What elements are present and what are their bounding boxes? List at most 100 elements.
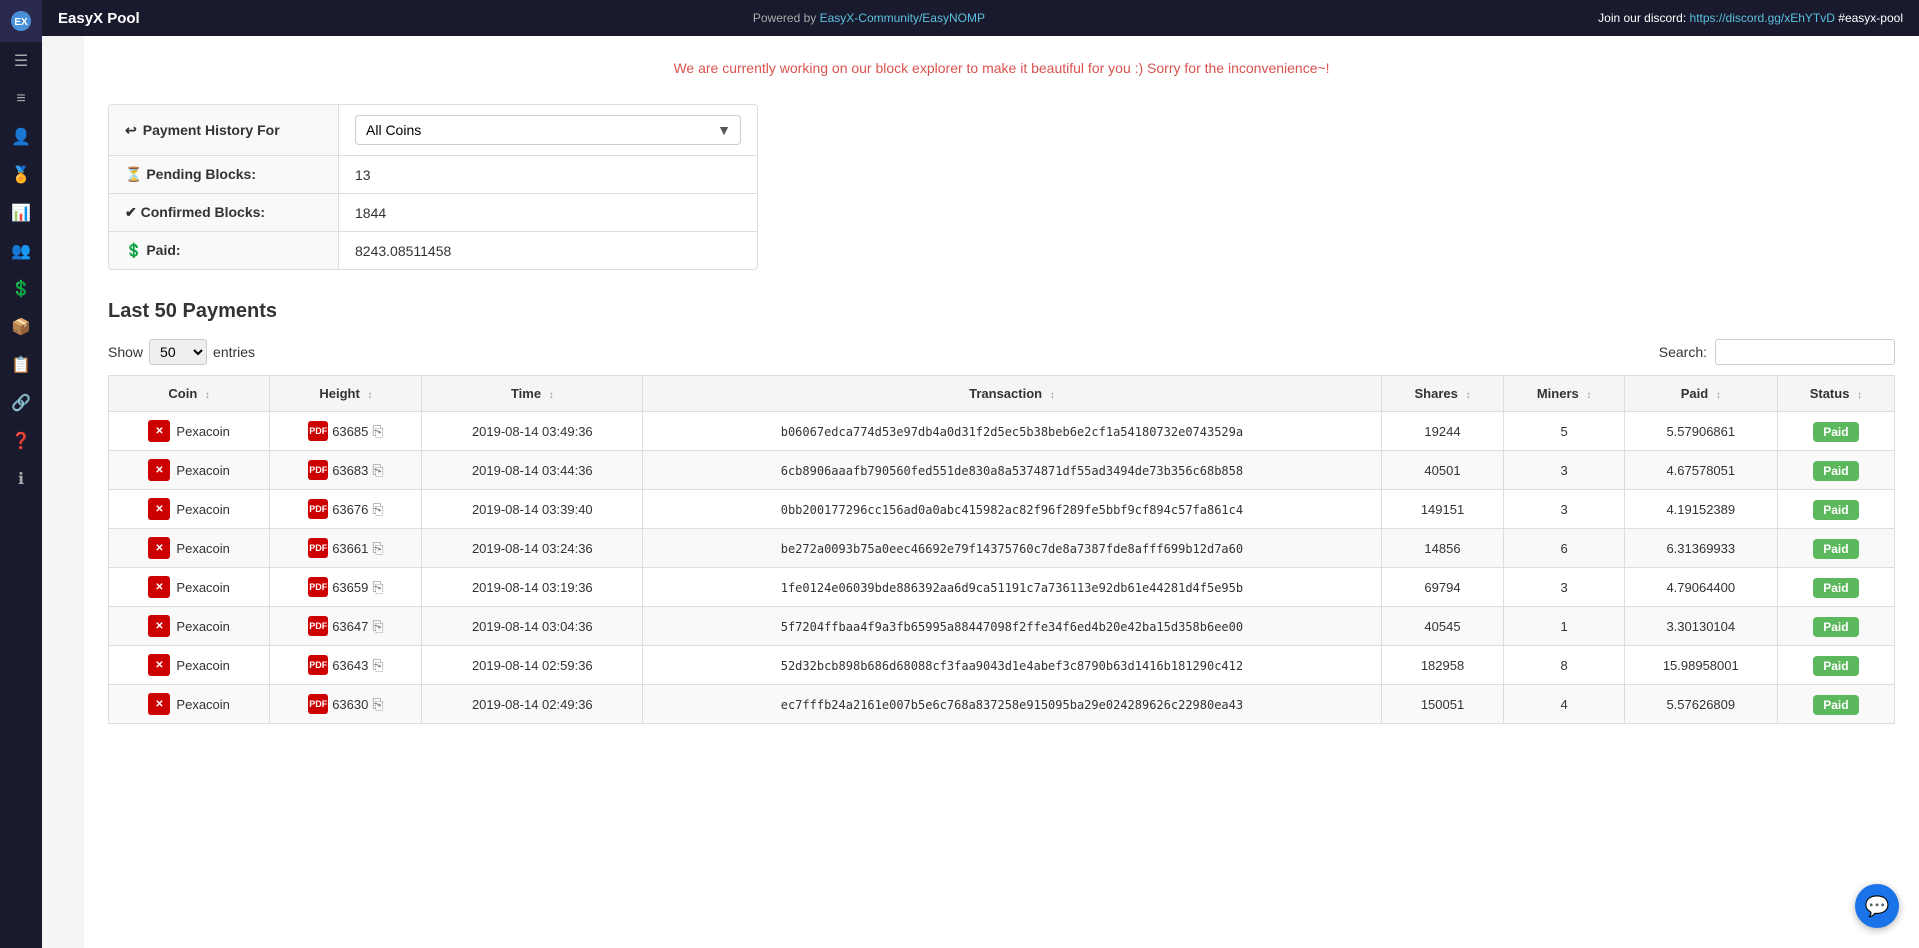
tx-hash[interactable]: 6cb8906aaafb790560fed551de830a8a5374871d…: [781, 464, 1243, 478]
cell-status: Paid: [1777, 451, 1894, 490]
tx-hash[interactable]: 5f7204ffbaa4f9a3fb65995a88447098f2ffe34f…: [781, 620, 1243, 634]
sidebar-item-badge[interactable]: 🏅: [0, 156, 42, 194]
cell-time: 2019-08-14 03:39:40: [422, 490, 643, 529]
table-row: ✕PexacoinPDF63659⎘2019-08-14 03:19:361fe…: [109, 568, 1895, 607]
cell-time: 2019-08-14 03:49:36: [422, 412, 643, 451]
sidebar-item-users[interactable]: 👤: [0, 118, 42, 156]
confirmed-blocks-row: ✔ Confirmed Blocks: 1844: [109, 194, 757, 232]
coin-icon: ✕: [148, 498, 170, 520]
cell-time: 2019-08-14 02:49:36: [422, 685, 643, 724]
sidebar-item-list[interactable]: ≡: [0, 80, 42, 118]
height-icon: PDF: [308, 538, 328, 558]
cell-paid: 4.79064400: [1624, 568, 1777, 607]
sort-icon-tx[interactable]: ↕: [1050, 390, 1055, 401]
sidebar-item-team[interactable]: 👥: [0, 232, 42, 270]
sort-icon-status[interactable]: ↕: [1857, 390, 1862, 401]
sort-icon-shares[interactable]: ↕: [1466, 390, 1471, 401]
sidebar-item-help[interactable]: ❓: [0, 422, 42, 460]
coin-name: Pexacoin: [176, 619, 229, 634]
tx-hash[interactable]: 0bb200177296cc156ad0a0abc415982ac82f96f2…: [781, 503, 1243, 517]
cell-time: 2019-08-14 03:24:36: [422, 529, 643, 568]
cell-height: PDF 63630 ⎘: [270, 685, 422, 724]
cell-coin: ✕Pexacoin: [109, 568, 270, 607]
height-value: 63643: [332, 658, 368, 673]
status-badge: Paid: [1813, 578, 1858, 598]
payment-history-value: All Coins Pexacoin ▼: [339, 105, 757, 155]
status-badge: Paid: [1813, 695, 1858, 715]
col-transaction: Transaction ↕: [643, 376, 1381, 412]
coin-name: Pexacoin: [176, 502, 229, 517]
cell-transaction: 52d32bcb898b686d68088cf3faa9043d1e4abef3…: [643, 646, 1381, 685]
sidebar: EX ☰ ≡ 👤 🏅 📊 👥 💲 📦 📋 🔗 ❓ ℹ: [0, 0, 42, 948]
cell-shares: 149151: [1381, 490, 1504, 529]
sort-icon-time[interactable]: ↕: [549, 390, 554, 401]
payment-history-label: ↩ Payment History For: [109, 105, 339, 155]
height-value: 63683: [332, 463, 368, 478]
cell-status: Paid: [1777, 646, 1894, 685]
table-controls: Show 10 25 50 100 entries Search:: [108, 339, 1895, 365]
paid-value: 8243.08511458: [339, 232, 757, 269]
coin-dropdown[interactable]: All Coins Pexacoin: [355, 115, 741, 145]
status-badge: Paid: [1813, 617, 1858, 637]
sort-icon-height[interactable]: ↕: [367, 390, 372, 401]
cell-height: PDF63647⎘: [270, 607, 422, 646]
cell-height: PDF63676⎘: [270, 490, 422, 529]
app-title: EasyX Pool: [58, 10, 140, 27]
search-input[interactable]: [1715, 339, 1895, 365]
cell-coin: ✕Pexacoin: [109, 529, 270, 568]
col-coin: Coin ↕: [109, 376, 270, 412]
cell-status: Paid: [1777, 568, 1894, 607]
tx-hash[interactable]: 1fe0124e06039bde886392aa6d9ca51191c7a736…: [781, 581, 1243, 595]
cell-shares: 182958: [1381, 646, 1504, 685]
height-icon: PDF: [308, 577, 328, 597]
cell-paid: 4.19152389: [1624, 490, 1777, 529]
cell-coin: ✕Pexacoin: [109, 451, 270, 490]
sort-icon-miners[interactable]: ↕: [1586, 390, 1591, 401]
sidebar-item-menu[interactable]: ☰: [0, 42, 42, 80]
topbar-left: EasyX Pool: [58, 10, 140, 27]
copy-icon[interactable]: ⎘: [372, 618, 383, 635]
search-area: Search:: [1659, 339, 1895, 365]
sidebar-item-leaderboard[interactable]: 📊: [0, 194, 42, 232]
height-value: 63630: [332, 697, 368, 712]
col-paid: Paid ↕: [1624, 376, 1777, 412]
copy-icon[interactable]: ⎘: [372, 696, 383, 713]
copy-icon[interactable]: ⎘: [372, 462, 383, 479]
entries-select[interactable]: 10 25 50 100: [149, 339, 207, 365]
sidebar-item-info[interactable]: ℹ: [0, 460, 42, 498]
cell-shares: 69794: [1381, 568, 1504, 607]
copy-icon[interactable]: ⎘: [372, 423, 383, 440]
powered-by-link[interactable]: EasyX-Community/EasyNOMP: [820, 11, 985, 25]
cell-status: Paid: [1777, 607, 1894, 646]
sidebar-item-dollar[interactable]: 💲: [0, 270, 42, 308]
copy-icon[interactable]: ⎘: [372, 657, 383, 674]
sort-icon-paid[interactable]: ↕: [1716, 390, 1721, 401]
cell-status: Paid: [1777, 412, 1894, 451]
col-status: Status ↕: [1777, 376, 1894, 412]
height-icon: PDF: [308, 694, 328, 714]
coin-icon: ✕: [148, 693, 170, 715]
copy-icon[interactable]: ⎘: [372, 540, 383, 557]
tx-hash[interactable]: ec7fffb24a2161e007b5e6c768a837258e915095…: [781, 698, 1243, 712]
sort-icon-coin[interactable]: ↕: [205, 390, 210, 401]
cell-coin: ✕Pexacoin: [109, 607, 270, 646]
sidebar-item-report[interactable]: 📋: [0, 346, 42, 384]
copy-icon[interactable]: ⎘: [372, 579, 383, 596]
copy-icon[interactable]: ⎘: [372, 501, 383, 518]
discord-link[interactable]: https://discord.gg/xEhYTvD: [1690, 11, 1835, 25]
tx-hash[interactable]: 52d32bcb898b686d68088cf3faa9043d1e4abef3…: [781, 659, 1243, 673]
tx-hash[interactable]: b06067edca774d53e97db4a0d31f2d5ec5b38beb…: [781, 425, 1243, 439]
cell-paid: 5.57906861: [1624, 412, 1777, 451]
sidebar-item-box[interactable]: 📦: [0, 308, 42, 346]
status-badge: Paid: [1813, 422, 1858, 442]
table-row: ✕ Pexacoin PDF63676⎘2019-08-14 03:39:40 0bb…: [109, 490, 1895, 529]
cell-time: 2019-08-14 03:44:36: [422, 451, 643, 490]
tx-hash[interactable]: be272a0093b75a0eec46692e79f14375760c7de8…: [781, 542, 1243, 556]
cell-transaction: ec7fffb24a2161e007b5e6c768a837258e915095…: [643, 685, 1381, 724]
payments-section: Last 50 Payments Show 10 25 50 100 entri…: [108, 300, 1895, 724]
cell-time: 2019-08-14 02:59:36: [422, 646, 643, 685]
coin-icon: ✕: [148, 459, 170, 481]
sidebar-item-link[interactable]: 🔗: [0, 384, 42, 422]
chat-bubble[interactable]: 💬: [1855, 884, 1899, 928]
height-icon: PDF: [308, 460, 328, 480]
